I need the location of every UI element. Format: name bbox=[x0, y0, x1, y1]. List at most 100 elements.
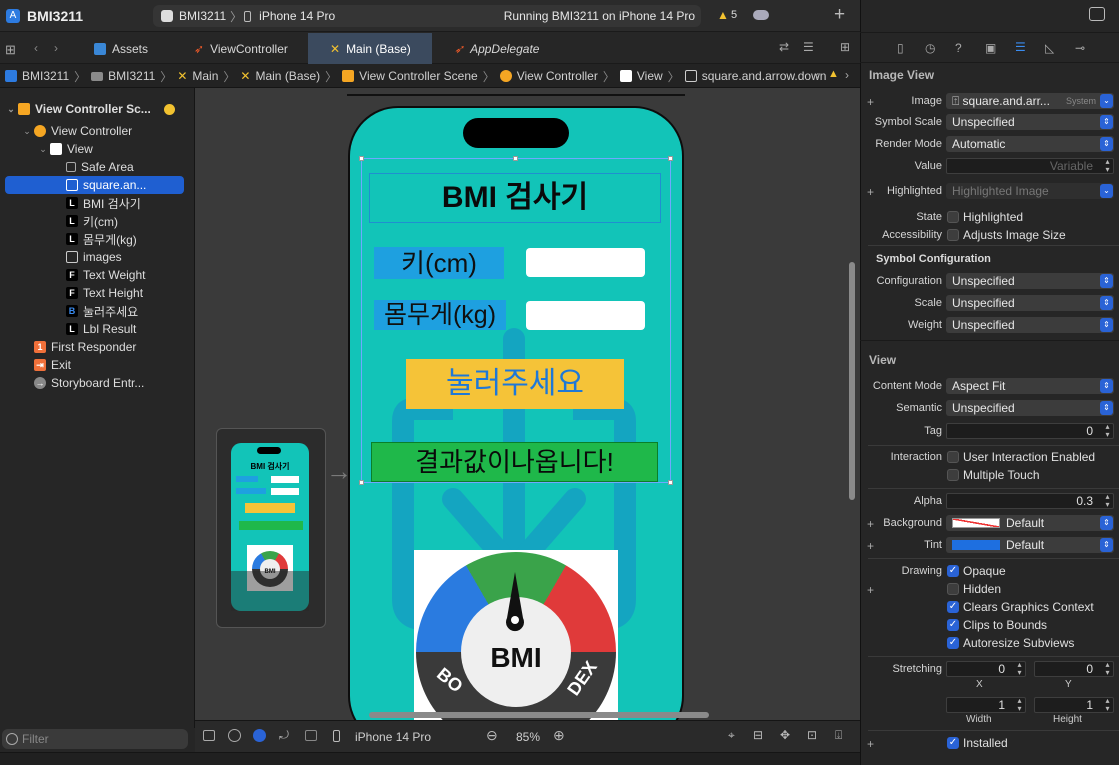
breadcrumb-item[interactable]: Main (Base) bbox=[255, 69, 320, 83]
adjusts-image-size-checkbox[interactable] bbox=[947, 229, 959, 241]
split-editor-icon[interactable]: ⊞ bbox=[840, 40, 850, 54]
embed-icon[interactable]: ⍗ bbox=[835, 728, 842, 743]
image-popup[interactable]: ⍐ square.and.arr... System ⌄ bbox=[946, 93, 1114, 109]
breadcrumb-item[interactable]: View Controller Scene bbox=[359, 69, 478, 83]
outline-item[interactable]: images bbox=[0, 248, 195, 266]
autoresize-checkbox[interactable]: ✓ bbox=[947, 637, 959, 649]
vertical-scrollbar[interactable] bbox=[849, 262, 855, 500]
background-color-popup[interactable]: Default ⇕ bbox=[946, 515, 1114, 531]
outline-item[interactable]: F Text Weight bbox=[0, 266, 195, 284]
hidden-checkbox[interactable] bbox=[947, 583, 959, 595]
alpha-stepper[interactable]: ▴ ▾ bbox=[1102, 493, 1113, 509]
breadcrumb-item[interactable]: BMI3211 bbox=[108, 69, 155, 83]
scene-thumbnail[interactable]: BMI 검사기 BMI bbox=[216, 428, 326, 628]
scale-popup[interactable]: Unspecified ⇕ bbox=[946, 295, 1114, 311]
back-icon[interactable]: ‹ bbox=[34, 41, 38, 55]
result-label[interactable]: 결과값이나옵니다! bbox=[371, 442, 658, 482]
file-inspector-icon[interactable]: ▯ bbox=[897, 41, 904, 55]
resolve-issues-icon[interactable]: ⊡ bbox=[807, 728, 817, 742]
outline-item[interactable]: L Lbl Result bbox=[0, 320, 195, 338]
tag-field[interactable]: 0 bbox=[946, 423, 1114, 439]
app-title-label[interactable]: BMI 검사기 bbox=[369, 173, 661, 223]
swap-icon[interactable]: ⇄ bbox=[779, 40, 789, 54]
content-mode-popup[interactable]: Aspect Fit ⇕ bbox=[946, 378, 1114, 394]
tag-stepper[interactable]: ▴ ▾ bbox=[1102, 423, 1113, 439]
project-name[interactable]: BMI3211 bbox=[27, 8, 83, 24]
history-inspector-icon[interactable]: ◷ bbox=[925, 41, 935, 55]
multiple-touch-checkbox[interactable] bbox=[947, 469, 959, 481]
calculate-button[interactable]: 눌러주세요 bbox=[406, 359, 624, 409]
grid-icon[interactable]: ⊞ bbox=[5, 42, 16, 58]
prev-issue-icon[interactable]: ‹ bbox=[815, 68, 819, 82]
tint-color-popup[interactable]: Default ⇕ bbox=[946, 537, 1114, 553]
breadcrumb-item[interactable]: Main bbox=[192, 69, 218, 83]
add-constraints-icon[interactable]: ✥ bbox=[780, 728, 790, 742]
list-icon[interactable]: ☰ bbox=[803, 40, 814, 54]
warning-icon[interactable]: ▲ bbox=[717, 8, 729, 22]
stretch-height-stepper[interactable]: ▴ ▾ bbox=[1102, 697, 1113, 713]
forward-icon[interactable]: › bbox=[54, 41, 58, 55]
installed-checkbox[interactable]: ✓ bbox=[947, 737, 959, 749]
outline-item[interactable]: F Text Height bbox=[0, 284, 195, 302]
stretch-y-stepper[interactable]: ▴ ▾ bbox=[1102, 661, 1113, 677]
render-mode-popup[interactable]: Automatic ⇕ bbox=[946, 136, 1114, 152]
weight-label[interactable]: 몸무게(kg) bbox=[374, 300, 506, 330]
breadcrumb-item[interactable]: BMI3211 bbox=[22, 69, 69, 83]
add-variation-icon[interactable]: + bbox=[867, 583, 874, 597]
opaque-checkbox[interactable]: ✓ bbox=[947, 565, 959, 577]
outline-item-selected[interactable]: square.an... bbox=[5, 176, 184, 194]
layout-icon[interactable] bbox=[305, 730, 317, 741]
zoom-in-icon[interactable]: ⊕ bbox=[553, 727, 565, 744]
dark-mode-icon[interactable] bbox=[253, 729, 266, 742]
outline-item[interactable]: ⇥ Exit bbox=[0, 356, 195, 374]
inspector-toggle-icon[interactable] bbox=[1089, 7, 1105, 21]
size-inspector-icon[interactable]: ◺ bbox=[1045, 41, 1054, 55]
outline-item[interactable]: L 몸무게(kg) bbox=[0, 230, 195, 248]
outline-item[interactable]: L BMI 검사기 bbox=[0, 194, 195, 212]
tab-main-storyboard[interactable]: ✕ Main (Base) bbox=[308, 33, 432, 64]
tab-assets[interactable]: Assets bbox=[80, 33, 190, 64]
outline-item[interactable]: L 키(cm) bbox=[0, 212, 195, 230]
height-text-field[interactable] bbox=[526, 248, 645, 277]
breadcrumb-item[interactable]: square.and.arrow.down bbox=[702, 69, 827, 83]
stretch-width-stepper[interactable]: ▴ ▾ bbox=[1014, 697, 1025, 713]
filter-input[interactable]: Filter bbox=[2, 729, 188, 749]
next-issue-icon[interactable]: › bbox=[845, 68, 849, 82]
alpha-field[interactable]: 0.3 bbox=[946, 493, 1114, 509]
add-icon[interactable]: + bbox=[834, 4, 845, 26]
connections-inspector-icon[interactable]: ⊸ bbox=[1075, 41, 1085, 55]
device-icon[interactable] bbox=[333, 730, 340, 742]
add-variation-icon[interactable]: + bbox=[867, 737, 874, 751]
zoom-out-icon[interactable]: ⊖ bbox=[486, 727, 498, 744]
clips-bounds-checkbox[interactable]: ✓ bbox=[947, 619, 959, 631]
semantic-popup[interactable]: Unspecified ⇕ bbox=[946, 400, 1114, 416]
weight-text-field[interactable] bbox=[526, 301, 645, 330]
add-variation-icon[interactable]: + bbox=[867, 185, 874, 199]
run-destination[interactable]: iPhone 14 Pro bbox=[259, 9, 335, 23]
attributes-inspector-icon[interactable]: ☰ bbox=[1015, 40, 1026, 54]
outline-toggle-icon[interactable] bbox=[203, 730, 215, 741]
identity-inspector-icon[interactable]: ▣ bbox=[985, 41, 996, 55]
help-inspector-icon[interactable]: ? bbox=[955, 41, 962, 55]
user-interaction-checkbox[interactable] bbox=[947, 451, 959, 463]
outline-item[interactable]: ⌄ View bbox=[0, 140, 195, 158]
add-variation-icon[interactable]: + bbox=[867, 95, 874, 109]
scheme-name[interactable]: BMI3211 bbox=[179, 9, 226, 23]
cloud-status-icon[interactable] bbox=[753, 10, 769, 20]
value-stepper[interactable]: ▴ ▾ bbox=[1102, 158, 1113, 174]
warning-icon[interactable]: ▲ bbox=[828, 68, 839, 80]
highlighted-image-popup[interactable]: Highlighted Image ⌄ bbox=[946, 183, 1114, 199]
weight-popup[interactable]: Unspecified ⇕ bbox=[946, 317, 1114, 333]
symbol-scale-popup[interactable]: Unspecified ⇕ bbox=[946, 114, 1114, 130]
phone-screen[interactable]: BMI 검사기 키(cm) 몸무게(kg) 눌러주세요 결과값이나옵니다! BM… bbox=[350, 108, 682, 720]
zoom-level[interactable]: 85% bbox=[516, 730, 540, 744]
scheme-selector[interactable]: BMI3211 〉 iPhone 14 Pro Running BMI3211 … bbox=[153, 5, 701, 27]
clears-context-checkbox[interactable]: ✓ bbox=[947, 601, 959, 613]
align-icon[interactable]: ⊟ bbox=[753, 728, 763, 742]
outline-item[interactable]: ⌄ View Controller Sc... bbox=[0, 100, 195, 118]
add-variation-icon[interactable]: + bbox=[867, 517, 874, 531]
bmi-gauge-image[interactable]: BMI BO DEX bbox=[414, 550, 618, 720]
update-frames-icon[interactable]: ⌖ bbox=[728, 728, 735, 743]
value-field[interactable]: Variable bbox=[946, 158, 1114, 174]
highlighted-checkbox[interactable] bbox=[947, 211, 959, 223]
